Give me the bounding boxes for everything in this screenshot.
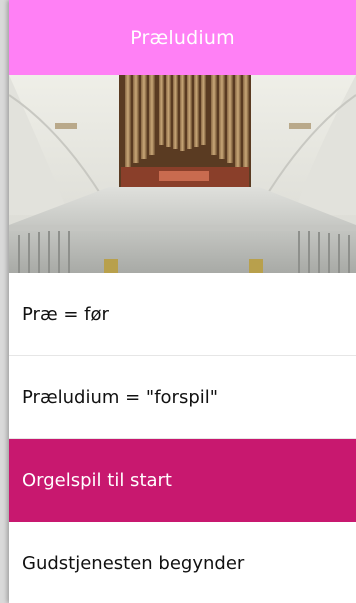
list-item[interactable]: Præludium = "forspil": [9, 356, 356, 439]
list-item[interactable]: Gudstjenesten begynder: [9, 522, 356, 603]
list-item[interactable]: Præ = før: [9, 273, 356, 356]
header-bar: Præludium: [9, 0, 356, 75]
list-item-label: Præ = før: [22, 303, 109, 325]
list-item-label: Orgelspil til start: [22, 469, 172, 491]
app-screen: Præludium Præ = før Præludium = "forspil…: [9, 0, 356, 603]
list-item-selected[interactable]: Orgelspil til start: [9, 439, 356, 522]
list-item-label: Gudstjenesten begynder: [22, 553, 245, 574]
list-item-label: Præludium = "forspil": [22, 386, 219, 408]
page-title: Præludium: [130, 26, 235, 49]
organ-photo: [9, 75, 356, 273]
